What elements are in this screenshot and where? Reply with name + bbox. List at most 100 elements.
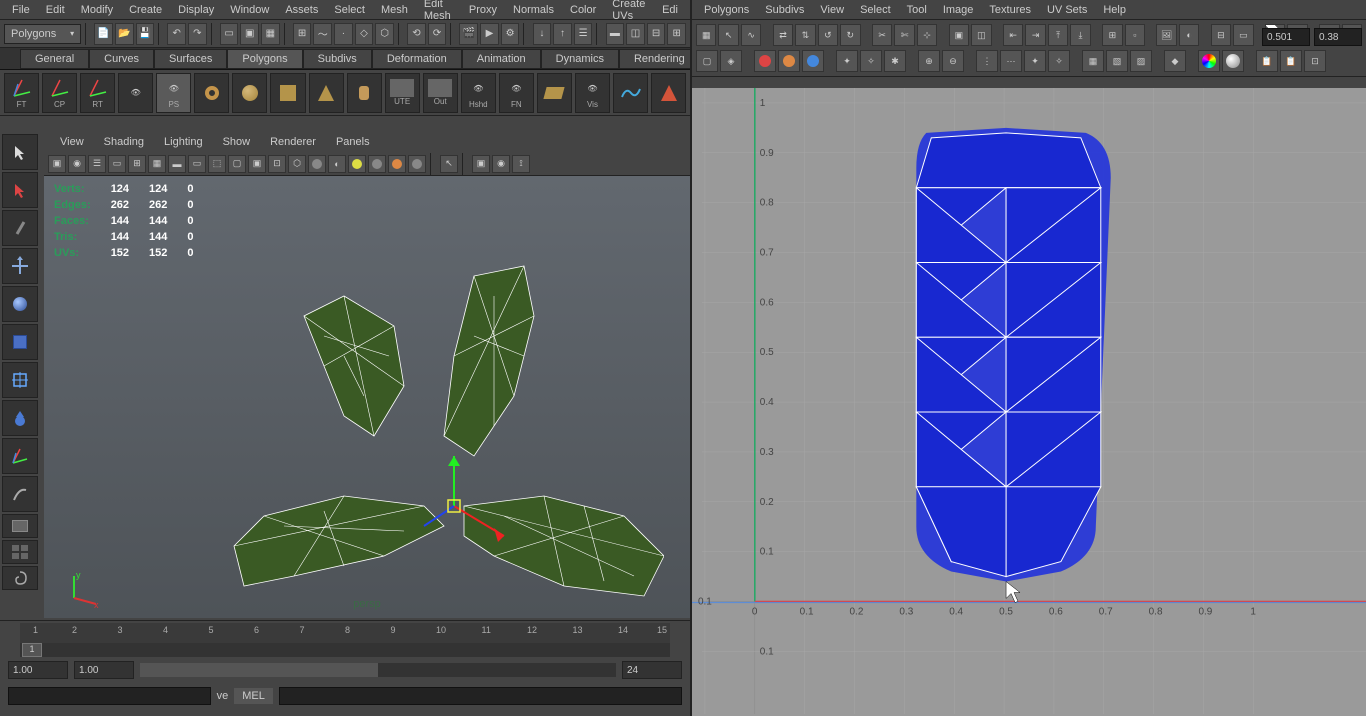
uv-tool16-icon[interactable]: ⊡	[1304, 50, 1326, 72]
shelf-eye[interactable]: 👁	[118, 73, 153, 113]
uv-tool5-icon[interactable]: ⊖	[942, 50, 964, 72]
uv-cut-icon[interactable]: ✄	[894, 24, 914, 46]
menu-display[interactable]: Display	[170, 2, 222, 18]
vp-gate-mask-icon[interactable]: ⬚	[208, 155, 226, 173]
show-manip-tool[interactable]	[2, 438, 38, 474]
vp-camera-select-icon[interactable]: ▣	[48, 155, 66, 173]
menu-create[interactable]: Create	[121, 2, 170, 18]
command-input[interactable]	[8, 687, 211, 705]
menu-edit[interactable]: Edit	[38, 2, 73, 18]
select-hierarchy-icon[interactable]: ▭	[220, 23, 239, 45]
time-slider[interactable]: 1	[20, 643, 670, 657]
uv-menu-view[interactable]: View	[812, 2, 852, 18]
uv-tool8-icon[interactable]: ✦	[1024, 50, 1046, 72]
uv-tool14-icon[interactable]: 📋	[1256, 50, 1278, 72]
menu-edituvs[interactable]: Edi	[654, 2, 686, 18]
menu-modify[interactable]: Modify	[73, 2, 121, 18]
uv-orange-icon[interactable]	[778, 50, 800, 72]
uv-px-snap-icon[interactable]: ▫	[1125, 24, 1145, 46]
undo-icon[interactable]: ↶	[167, 23, 186, 45]
vp-image-plane-icon[interactable]: ▭	[108, 155, 126, 173]
uv-tool15-icon[interactable]: 📋	[1280, 50, 1302, 72]
viewport-3d[interactable]: Verts:1241240 Edges:2622620 Faces:144144…	[44, 176, 690, 618]
range-start-input[interactable]	[8, 661, 68, 679]
shelf-wave[interactable]	[613, 73, 648, 113]
vp-2d-pan-icon[interactable]: ⊞	[128, 155, 146, 173]
vp-menu-view[interactable]: View	[50, 134, 94, 150]
tab-rendering[interactable]: Rendering	[619, 49, 700, 69]
uv-tool9-icon[interactable]: ✧	[1048, 50, 1070, 72]
vp-res-gate-icon[interactable]: ▭	[188, 155, 206, 173]
output-ops-icon[interactable]: ↑	[553, 23, 572, 45]
shelf-out[interactable]: Out	[423, 73, 458, 113]
uv-tool10-icon[interactable]: ▦	[1082, 50, 1104, 72]
uv-rotate-ccw-icon[interactable]: ↺	[818, 24, 838, 46]
layout-4-icon[interactable]: ⊞	[667, 23, 686, 45]
uv-align-l-icon[interactable]: ⇤	[1003, 24, 1023, 46]
uv-u-input[interactable]	[1262, 28, 1310, 46]
tab-polygons[interactable]: Polygons	[227, 49, 302, 69]
tab-deformation[interactable]: Deformation	[372, 49, 462, 69]
uv-tool11-icon[interactable]: ▧	[1106, 50, 1128, 72]
vp-texture-icon[interactable]: ◐	[328, 155, 346, 173]
menu-assets[interactable]: Assets	[277, 2, 326, 18]
tab-subdivs[interactable]: Subdivs	[303, 49, 372, 69]
snap-point-icon[interactable]: ·	[334, 23, 353, 45]
paint-tool[interactable]	[2, 210, 38, 246]
uv-dim-icon[interactable]: ◐	[1179, 24, 1199, 46]
shelf-vis[interactable]: 👁Vis	[575, 73, 610, 113]
menu-mesh[interactable]: Mesh	[373, 2, 416, 18]
scale-tool[interactable]	[2, 324, 38, 360]
uv-menu-subdivs[interactable]: Subdivs	[757, 2, 812, 18]
menu-createuvs[interactable]: Create UVs	[604, 0, 654, 24]
brush-tool[interactable]	[2, 476, 38, 512]
shelf-rt[interactable]: RT	[80, 73, 115, 113]
uv-tool12-icon[interactable]: ▨	[1130, 50, 1152, 72]
menu-file[interactable]: File	[4, 2, 38, 18]
shelf-cyl-g[interactable]	[347, 73, 382, 113]
uv-grid-icon[interactable]: ⊞	[1102, 24, 1122, 46]
vp-ao-icon[interactable]	[408, 155, 426, 173]
uv-menu-help[interactable]: Help	[1095, 2, 1134, 18]
cmd-lang-label[interactable]: MEL	[234, 688, 273, 704]
playback-end-input[interactable]	[622, 661, 682, 679]
range-bar[interactable]	[140, 663, 616, 677]
mode-dropdown[interactable]: Polygons	[4, 24, 81, 44]
snap-live-icon[interactable]: ⬡	[375, 23, 394, 45]
uv-align-b-icon[interactable]: ⤓	[1070, 24, 1090, 46]
vp-menu-panels[interactable]: Panels	[326, 134, 380, 150]
vp-camera-attr-icon[interactable]: ◉	[68, 155, 86, 173]
vp-menu-lighting[interactable]: Lighting	[154, 134, 213, 150]
save-scene-icon[interactable]: 💾	[136, 23, 155, 45]
menu-color[interactable]: Color	[562, 2, 604, 18]
tab-dynamics[interactable]: Dynamics	[541, 49, 619, 69]
render-settings-icon[interactable]: ⚙	[501, 23, 520, 45]
uv-tool13-icon[interactable]: ◆	[1164, 50, 1186, 72]
vp-isolate-icon[interactable]: ↖	[440, 155, 458, 173]
shelf-torus[interactable]	[194, 73, 229, 113]
vp-menu-shading[interactable]: Shading	[94, 134, 154, 150]
menu-proxy[interactable]: Proxy	[461, 2, 505, 18]
tab-animation[interactable]: Animation	[462, 49, 541, 69]
uv-align-t-icon[interactable]: ⤒	[1048, 24, 1068, 46]
uv-menu-textures[interactable]: Textures	[981, 2, 1039, 18]
uv-tool6-icon[interactable]: ⋮	[976, 50, 998, 72]
vp-lights-icon[interactable]	[348, 155, 366, 173]
uv-unfold-icon[interactable]: ◫	[971, 24, 991, 46]
shelf-cube-g[interactable]	[270, 73, 305, 113]
uv-tool1-icon[interactable]: ✦	[836, 50, 858, 72]
uv-sphere-icon[interactable]	[1222, 50, 1244, 72]
uv-menu-uvsets[interactable]: UV Sets	[1039, 2, 1095, 18]
soft-mod-tool[interactable]	[2, 400, 38, 436]
uv-flip-h-icon[interactable]: ⇄	[773, 24, 793, 46]
select-component-icon[interactable]: ▦	[261, 23, 280, 45]
layout-3-icon[interactable]: ⊟	[647, 23, 666, 45]
vp-safe-title-icon[interactable]: ⊡	[268, 155, 286, 173]
vp-grid-icon[interactable]: ▦	[148, 155, 166, 173]
layout-single-icon[interactable]	[2, 514, 38, 538]
uv-menu-select[interactable]: Select	[852, 2, 899, 18]
vp-field-chart-icon[interactable]: ▢	[228, 155, 246, 173]
uv-tool2-icon[interactable]: ✧	[860, 50, 882, 72]
move-tool[interactable]	[2, 248, 38, 284]
tab-curves[interactable]: Curves	[89, 49, 154, 69]
